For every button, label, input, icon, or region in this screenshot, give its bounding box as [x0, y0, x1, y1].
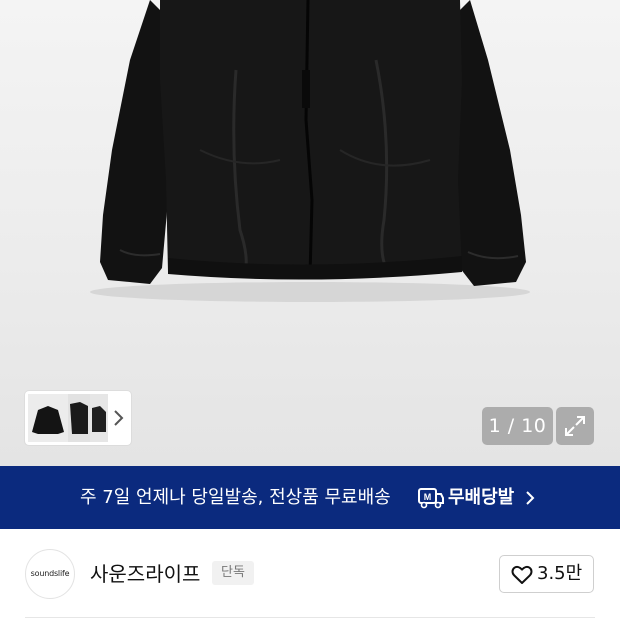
exclusive-badge: 단독 — [212, 561, 254, 585]
like-count: 3.5만 — [537, 563, 583, 584]
banner-brand: 무배당발 — [448, 487, 515, 508]
banner-logo-letter: M — [424, 492, 432, 502]
chevron-right-icon — [526, 491, 535, 505]
free-shipping-banner[interactable]: 주 7일 언제나 당일발송, 전상품 무료배송 M 무배당발 — [0, 466, 620, 529]
divider — [25, 617, 595, 618]
seller-name[interactable]: 사운즈라이프 — [90, 560, 200, 588]
thumbnail-images — [28, 394, 108, 442]
expand-button[interactable] — [556, 407, 594, 445]
banner-text: 주 7일 언제나 당일발송, 전상품 무료배송 — [80, 487, 391, 508]
chevron-right-icon[interactable] — [111, 408, 125, 428]
seller-logo[interactable]: soundslife — [25, 549, 75, 599]
image-counter: 1 / 10 — [482, 407, 553, 445]
heart-outline-icon — [511, 565, 533, 584]
expand-icon — [565, 416, 585, 436]
like-button[interactable]: 3.5만 — [499, 555, 594, 593]
seller-logo-text: soundslife — [30, 569, 70, 578]
delivery-truck-icon: M — [418, 488, 444, 509]
